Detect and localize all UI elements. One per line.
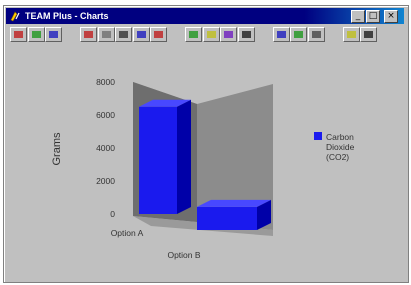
toolbar-button-legend[interactable]	[237, 27, 255, 42]
legend-label: Carbon	[326, 132, 354, 142]
toolbar-button-color[interactable]	[290, 27, 307, 42]
toolbar-button-3d-chart[interactable]	[220, 27, 237, 42]
legend-swatch	[314, 132, 322, 140]
toolbar-button-bar-chart[interactable]	[80, 27, 97, 42]
toolbar-button-pie-chart[interactable]	[150, 27, 167, 42]
chart-window: TEAM Plus - Charts _ □ × 8000 6000 4000 200…	[3, 5, 409, 283]
pie-chart-icon	[154, 31, 163, 38]
3d-chart-icon	[224, 31, 233, 38]
toolbar-button-font[interactable]	[307, 27, 325, 42]
bar-option-a	[139, 99, 191, 214]
toolbar-button-column-chart[interactable]	[132, 27, 150, 42]
chart-icon	[14, 31, 23, 38]
legend-label: Dioxide	[326, 142, 355, 152]
toolbar-button-gridlines[interactable]	[272, 27, 290, 42]
title-bar[interactable]: TEAM Plus - Charts _ □ ×	[6, 8, 404, 24]
x-tick-label: Option B	[167, 250, 200, 260]
column-chart-icon	[136, 31, 146, 38]
toolbar-button-print[interactable]	[115, 27, 132, 42]
table-icon	[31, 31, 41, 38]
font-icon	[311, 31, 321, 38]
y-axis-label: Grams	[51, 132, 63, 166]
bar-chart: 8000 6000 4000 2000 0 Option A Option B Grams…	[51, 77, 355, 260]
grid-icon	[49, 31, 58, 38]
toolbar-button-copy[interactable]	[97, 27, 115, 42]
toolbar-button-line-chart[interactable]	[185, 27, 202, 42]
toolbar-button-chart[interactable]	[10, 27, 27, 42]
bar-option-b	[197, 199, 271, 230]
toolbar	[6, 26, 404, 44]
chart-area: 8000 6000 4000 2000 0 Option A Option B Grams…	[11, 46, 399, 272]
minimize-button[interactable]: _	[351, 10, 365, 23]
bar-chart-icon	[84, 31, 93, 38]
print-icon	[119, 31, 128, 38]
app-icon	[10, 11, 20, 22]
close-button[interactable]: ×	[384, 10, 398, 23]
toolbar-button-exit[interactable]	[360, 27, 377, 42]
x-tick-label: Option A	[111, 228, 144, 238]
toolbar-button-table[interactable]	[27, 27, 45, 42]
toolbar-button-grid[interactable]	[45, 27, 62, 42]
color-icon	[294, 31, 303, 38]
copy-icon	[101, 31, 111, 38]
toolbar-button-area-chart[interactable]	[202, 27, 220, 42]
exit-icon	[364, 31, 373, 38]
legend-label: (CO2)	[326, 152, 349, 162]
y-tick-label: 8000	[96, 77, 115, 87]
y-tick-label: 0	[110, 209, 115, 219]
help-icon	[346, 31, 356, 38]
gridlines-icon	[276, 31, 286, 38]
line-chart-icon	[189, 31, 198, 38]
maximize-button[interactable]: □	[366, 10, 380, 23]
area-chart-icon	[206, 31, 216, 38]
legend-icon	[241, 31, 251, 38]
window-title: TEAM Plus - Charts	[25, 11, 109, 21]
y-tick-label: 2000	[96, 176, 115, 186]
y-tick-label: 6000	[96, 110, 115, 120]
y-tick-label: 4000	[96, 143, 115, 153]
toolbar-button-help[interactable]	[342, 27, 360, 42]
